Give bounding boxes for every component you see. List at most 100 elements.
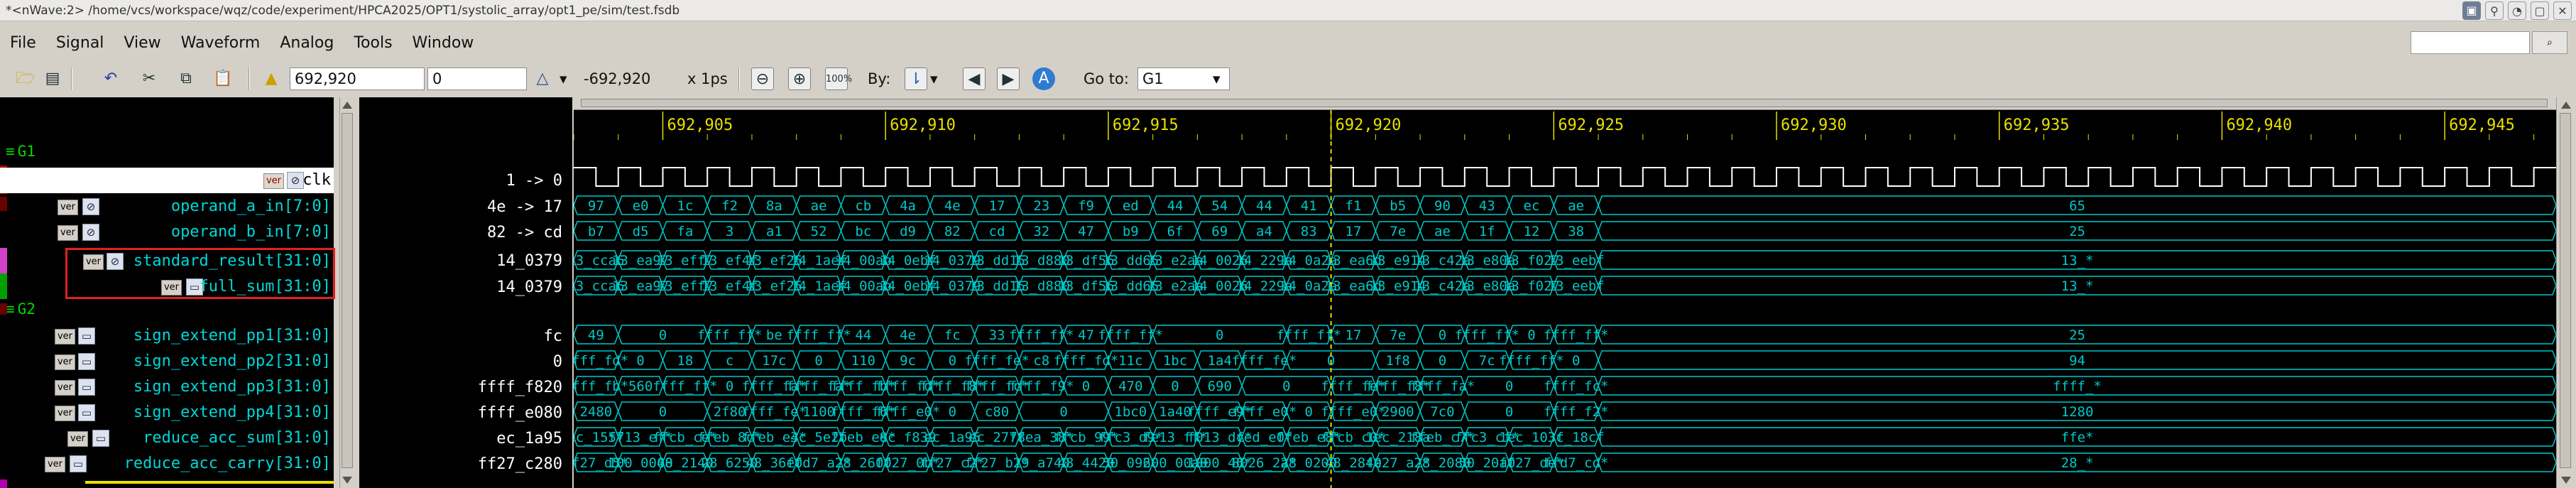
value-reduce-acc-sum: ec_1a95 <box>496 430 562 448</box>
ruler-label: 692,945 <box>2449 116 2515 134</box>
bus-segment-value: 25 <box>2069 224 2085 239</box>
search-by-dropdown[interactable]: ▾ <box>930 67 938 90</box>
bus-segment-value: ae <box>1568 198 1584 214</box>
signal-row-reduce-acc-carry[interactable]: ver ▭ reduce_acc_carry[31:0] <box>0 451 334 477</box>
bus-segment-value: 82 <box>944 224 961 239</box>
signal-panel-scrollbar[interactable] <box>339 97 355 488</box>
menu-analog[interactable]: Analog <box>270 34 344 52</box>
zoom-fit-icon[interactable]: 100% <box>825 67 852 90</box>
waveform-panel[interactable]: 692,905 692,910 692,915 692,920 692,925 692,9… <box>574 97 2556 488</box>
bus-segment-value: d5 <box>633 224 649 239</box>
group-g2[interactable]: ≡ G2 <box>6 299 36 319</box>
window-menu-icon[interactable]: ▣ <box>2462 1 2481 20</box>
chevron-down-icon[interactable]: ▾ <box>1213 67 1221 90</box>
waveform-vscrollbar[interactable] <box>2556 97 2576 488</box>
bus-segment-value: 1a4 <box>1208 353 1232 369</box>
waveform-canvas[interactable]: 692,905 692,910 692,915 692,920 692,925 692,9… <box>574 97 2556 488</box>
cursor-time-field[interactable]: 692,920 <box>290 67 425 90</box>
bus-signal-icon: ⊘ <box>82 198 99 215</box>
waveform-hscrollbar[interactable] <box>574 97 2556 110</box>
bus-segment-value: c <box>726 353 733 369</box>
menu-view[interactable]: View <box>114 34 170 52</box>
value-reduce-acc-carry: ff27_c280 <box>477 455 562 473</box>
signal-row-operand-b[interactable]: ver ⊘ operand_b_in[7:0] <box>0 219 334 245</box>
bus-segment-value: 560 <box>628 379 653 394</box>
delta-dropdown[interactable]: ▾ <box>560 67 567 90</box>
bus-segment-value: 690 <box>1208 379 1232 394</box>
signal-name: operand_a_in[7:0] <box>170 197 331 215</box>
bus-segment-value: 2480 <box>579 404 612 420</box>
value-sign-extend-pp3: ffff_f820 <box>477 379 562 396</box>
bus-segment-value: 25 <box>2069 327 2085 343</box>
search-icon[interactable]: ◔ <box>2508 1 2526 20</box>
bus-segment-value: 13_eebf <box>1548 253 1605 269</box>
signal-name: operand_b_in[7:0] <box>170 223 331 241</box>
bus-segment-value: ffff_* <box>2053 379 2102 394</box>
signal-row-operand-a[interactable]: ver ⊘ operand_a_in[7:0] <box>0 194 334 219</box>
bus-segment-value: 1c <box>677 198 693 214</box>
bus-segment-value: b7 <box>588 224 604 239</box>
marker-time-field[interactable]: 0 <box>427 67 527 90</box>
menu-file[interactable]: File <box>0 34 46 52</box>
previous-icon[interactable]: ◀ <box>963 67 986 90</box>
bus-segment-value: 17 <box>1346 327 1362 343</box>
ruler-label: 692,930 <box>1781 116 1847 134</box>
bus-segment-value: cd <box>989 224 1005 239</box>
maximize-icon[interactable]: ▢ <box>2531 1 2549 20</box>
delta-icon[interactable]: △ <box>531 67 554 90</box>
bus-segment-value: 7e <box>1390 327 1406 343</box>
bus-segment-value: 0 <box>636 353 644 369</box>
signal-row-sign-extend-pp4[interactable]: ver ▭ sign_extend_pp4[31:0] <box>0 400 334 425</box>
bus-segment-value: ec <box>1523 198 1539 214</box>
zoom-out-icon[interactable]: ⊖ <box>751 67 774 90</box>
pin-icon[interactable]: ⚲ <box>2485 1 2504 20</box>
save-icon[interactable]: ▤ <box>41 67 64 90</box>
folder-open-icon[interactable]: 🗁 <box>14 67 37 90</box>
bus-segment-value: cb <box>855 198 871 214</box>
bus-segment-value: 17 <box>1346 224 1362 239</box>
bus-segment-value: 4a <box>900 198 916 214</box>
signal-row-sign-extend-pp3[interactable]: ver ▭ sign_extend_pp3[31:0] <box>0 374 334 400</box>
bus-segment-value: 17 <box>989 198 1005 214</box>
bus-segment-value: ffe* <box>2061 430 2094 445</box>
paste-icon[interactable]: 📋 <box>212 67 234 90</box>
bus-signal-icon: ▭ <box>78 404 95 421</box>
signal-row-sign-extend-pp2[interactable]: ver ▭ sign_extend_pp2[31:0] <box>0 349 334 374</box>
delta-value: -692,920 <box>584 70 651 87</box>
next-icon[interactable]: ▶ <box>997 67 1020 90</box>
bus-segment-value: 44 <box>1256 198 1272 214</box>
bus-segment-value: 44 <box>1167 198 1184 214</box>
cursor-icon[interactable]: ▲ <box>260 67 283 90</box>
menu-window[interactable]: Window <box>403 34 484 52</box>
bus-segment-value: 0 <box>1505 404 1513 420</box>
menu-tools[interactable]: Tools <box>344 34 402 52</box>
quick-search-input[interactable] <box>2411 31 2530 54</box>
bus-segment-value: 7c <box>1479 353 1495 369</box>
bus-segment-value: 0 <box>1572 353 1580 369</box>
value-standard-result: 14_0379 <box>496 252 562 270</box>
menu-signal[interactable]: Signal <box>46 34 114 52</box>
copy-icon[interactable]: ⧉ <box>175 67 197 90</box>
bus-segment-value: 0 <box>949 404 956 420</box>
analog-icon[interactable]: A <box>1032 67 1055 90</box>
bus-segment-value: 470 <box>1118 379 1142 394</box>
zoom-in-icon[interactable]: ⊕ <box>788 67 811 90</box>
bus-segment-value: ae <box>811 198 827 214</box>
undo-icon[interactable]: ↶ <box>99 67 122 90</box>
cut-icon[interactable]: ✂ <box>138 67 160 90</box>
bus-segment-value: 6f <box>1167 224 1184 239</box>
close-icon[interactable]: ✕ <box>2553 1 2572 20</box>
signal-row-sign-extend-pp1[interactable]: ver ▭ sign_extend_pp1[31:0] <box>0 323 334 349</box>
bus-waveform-1: b7 d5 fa 3 a1 52 bc d9 82 cd 32 47 b9 6f 69 a4 83 17 7e ae 1… <box>574 221 2556 241</box>
bus-segment-value: 12 <box>1523 224 1539 239</box>
quick-search-button[interactable]: ⌕ <box>2532 31 2567 54</box>
value-sign-extend-pp1: fc <box>543 327 563 345</box>
toolbar-separator <box>738 67 740 90</box>
group-g1[interactable]: ≡ G1 <box>6 141 36 161</box>
signal-row-clk[interactable]: ver ⊘ clk <box>0 168 334 193</box>
menu-waveform[interactable]: Waveform <box>171 34 271 52</box>
value-operand-a: 4e -> 17 <box>487 198 562 216</box>
signal-row-reduce-acc-sum[interactable]: ver ▭ reduce_acc_sum[31:0] <box>0 425 334 451</box>
goto-label: Go to: <box>1084 70 1129 87</box>
search-by-icon[interactable]: ⇂ <box>905 67 927 90</box>
